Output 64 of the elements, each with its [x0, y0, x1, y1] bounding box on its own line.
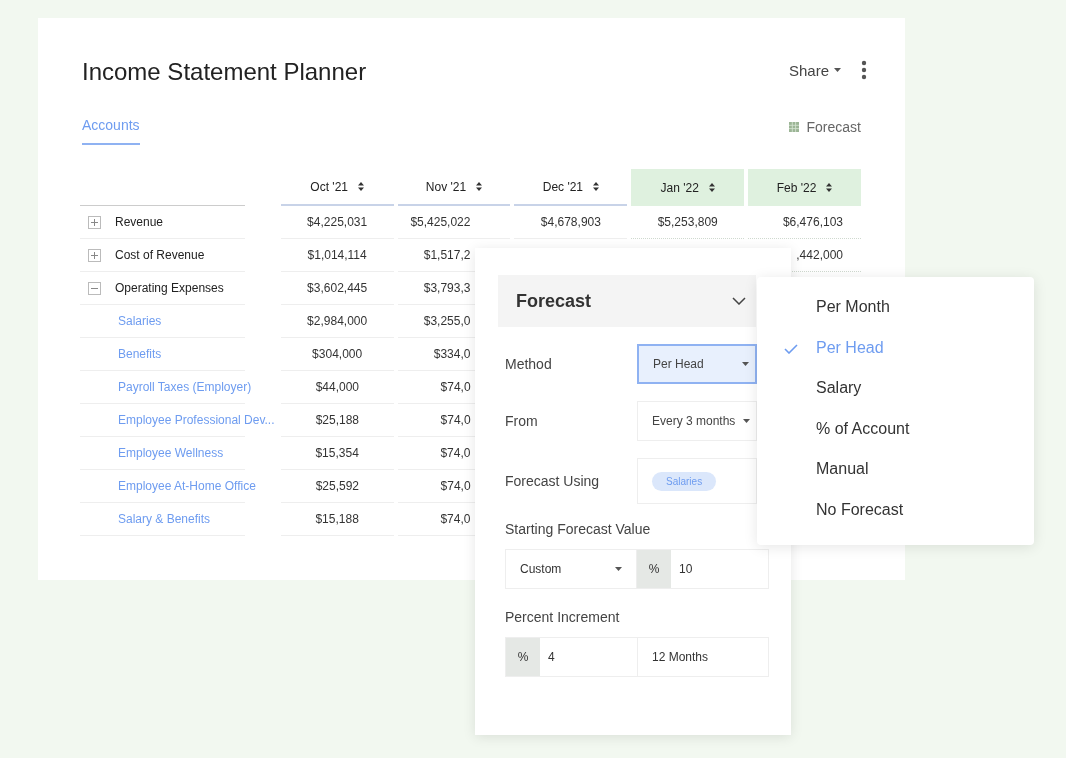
table-cell: $6,476,103	[782, 215, 843, 229]
table-cell: $334,0	[433, 347, 471, 361]
account-name: Cost of Revenue	[115, 248, 205, 262]
expand-icon[interactable]	[88, 215, 101, 229]
field-label: From	[505, 413, 539, 429]
table-cell: $74,0	[440, 512, 471, 526]
table-cell: $4,225,031	[307, 215, 368, 229]
caret-icon	[743, 419, 750, 423]
table-cell: $5,253,809	[657, 215, 718, 229]
table-cell: $15,354	[315, 446, 359, 460]
check-icon	[784, 343, 798, 354]
menu-item[interactable]: Salary	[757, 368, 1034, 409]
share-button[interactable]: Share	[788, 61, 841, 79]
table-cell: $2,984,000	[307, 314, 368, 328]
table-cell: $44,000	[315, 380, 360, 394]
table-cell: $15,188	[315, 512, 359, 526]
column-header[interactable]: Jan '22	[631, 169, 745, 206]
table-cell: $304,000	[312, 347, 363, 361]
table-cell: $1,517,2	[423, 248, 471, 262]
account-tag: Salaries	[652, 471, 717, 491]
panel-header[interactable]: Forecast	[498, 275, 756, 327]
field-label: Forecast Using	[505, 473, 601, 489]
expand-icon[interactable]	[88, 281, 101, 295]
chevron-icon	[732, 297, 746, 305]
table-cell: $74,0	[440, 479, 471, 493]
menu-item[interactable]: Per Month	[757, 287, 1034, 328]
column-header[interactable]: Nov '21	[397, 169, 511, 206]
menu-item[interactable]: Manual	[757, 449, 1034, 490]
account-name: Operating Expenses	[115, 281, 224, 295]
sort-icon[interactable]	[708, 183, 715, 192]
column-header[interactable]: Feb '22	[748, 169, 862, 206]
table-cell: ,442,000	[796, 248, 843, 262]
caret-icon	[834, 68, 841, 72]
grid-icon	[788, 122, 799, 132]
caret-icon	[742, 362, 749, 366]
table-cell: $74,0	[440, 446, 471, 460]
field-label: Method	[505, 356, 553, 372]
account-name: Revenue	[115, 215, 164, 229]
sort-icon[interactable]	[476, 182, 483, 191]
menu-item[interactable]: % of Account	[757, 408, 1034, 449]
method-select[interactable]: Per Head	[637, 344, 757, 384]
table-cell: $1,014,114	[307, 248, 367, 262]
field-label: Percent Increment	[504, 609, 621, 625]
table-cell: $3,793,3	[423, 281, 471, 295]
more-icon[interactable]	[861, 60, 867, 80]
table-cell: $4,678,903	[540, 215, 601, 229]
sort-icon[interactable]	[593, 182, 600, 191]
expand-icon[interactable]	[88, 248, 101, 262]
table-cell: $74,0	[440, 413, 471, 427]
sort-icon[interactable]	[826, 183, 833, 192]
table-cell: $5,425,022	[410, 215, 471, 229]
sort-icon[interactable]	[358, 182, 364, 191]
menu-item[interactable]: No Forecast	[757, 489, 1034, 530]
table-cell: $74,0	[440, 380, 471, 394]
table-cell: $3,602,445	[307, 281, 368, 295]
table-cell: $25,592	[315, 479, 360, 493]
page-title: Income Statement Planner	[82, 58, 367, 86]
field-label: Starting Forecast Value	[504, 521, 652, 537]
table-cell: $25,188	[315, 413, 360, 427]
column-header[interactable]: Dec '21	[514, 169, 628, 206]
table-cell: $3,255,0	[423, 314, 471, 328]
column-header[interactable]: Oct '21	[280, 169, 394, 206]
legend-label: Forecast	[806, 119, 861, 135]
from-select[interactable]: Every 3 months	[637, 401, 757, 441]
